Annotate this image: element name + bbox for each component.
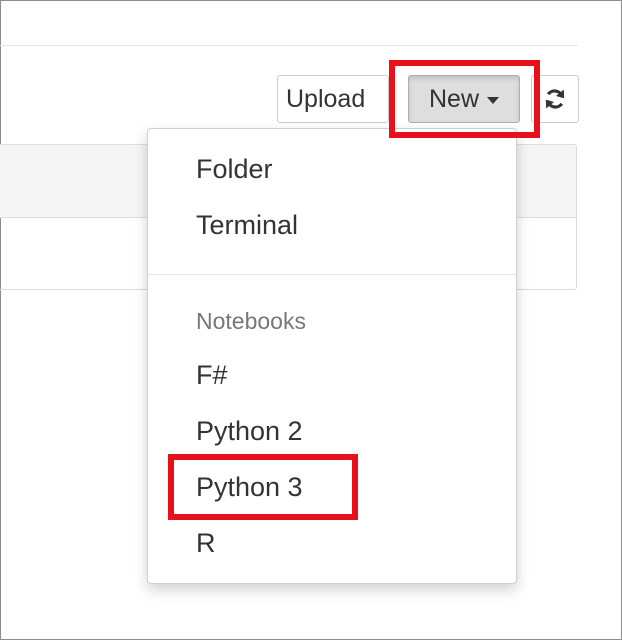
- menu-item-folder[interactable]: Folder: [196, 153, 273, 185]
- refresh-icon: [545, 89, 565, 109]
- upload-button-label: Upload: [286, 84, 366, 113]
- new-dropdown-menu: Folder Terminal Notebooks F# Python 2 Py…: [147, 128, 517, 584]
- menu-item-python2[interactable]: Python 2: [196, 415, 303, 447]
- new-button-label: New: [428, 84, 479, 113]
- menu-header-notebooks: Notebooks: [196, 308, 306, 334]
- caret-down-icon: [487, 97, 499, 104]
- menu-item-python3[interactable]: Python 3: [196, 471, 303, 503]
- upload-button[interactable]: Upload: [277, 75, 389, 123]
- menu-item-fsharp[interactable]: F#: [196, 359, 228, 391]
- menu-item-r[interactable]: R: [196, 527, 216, 559]
- refresh-button[interactable]: [531, 75, 579, 123]
- header-divider: [0, 45, 578, 46]
- new-button[interactable]: New: [408, 75, 520, 123]
- menu-item-terminal[interactable]: Terminal: [196, 209, 298, 241]
- menu-divider: [148, 274, 516, 275]
